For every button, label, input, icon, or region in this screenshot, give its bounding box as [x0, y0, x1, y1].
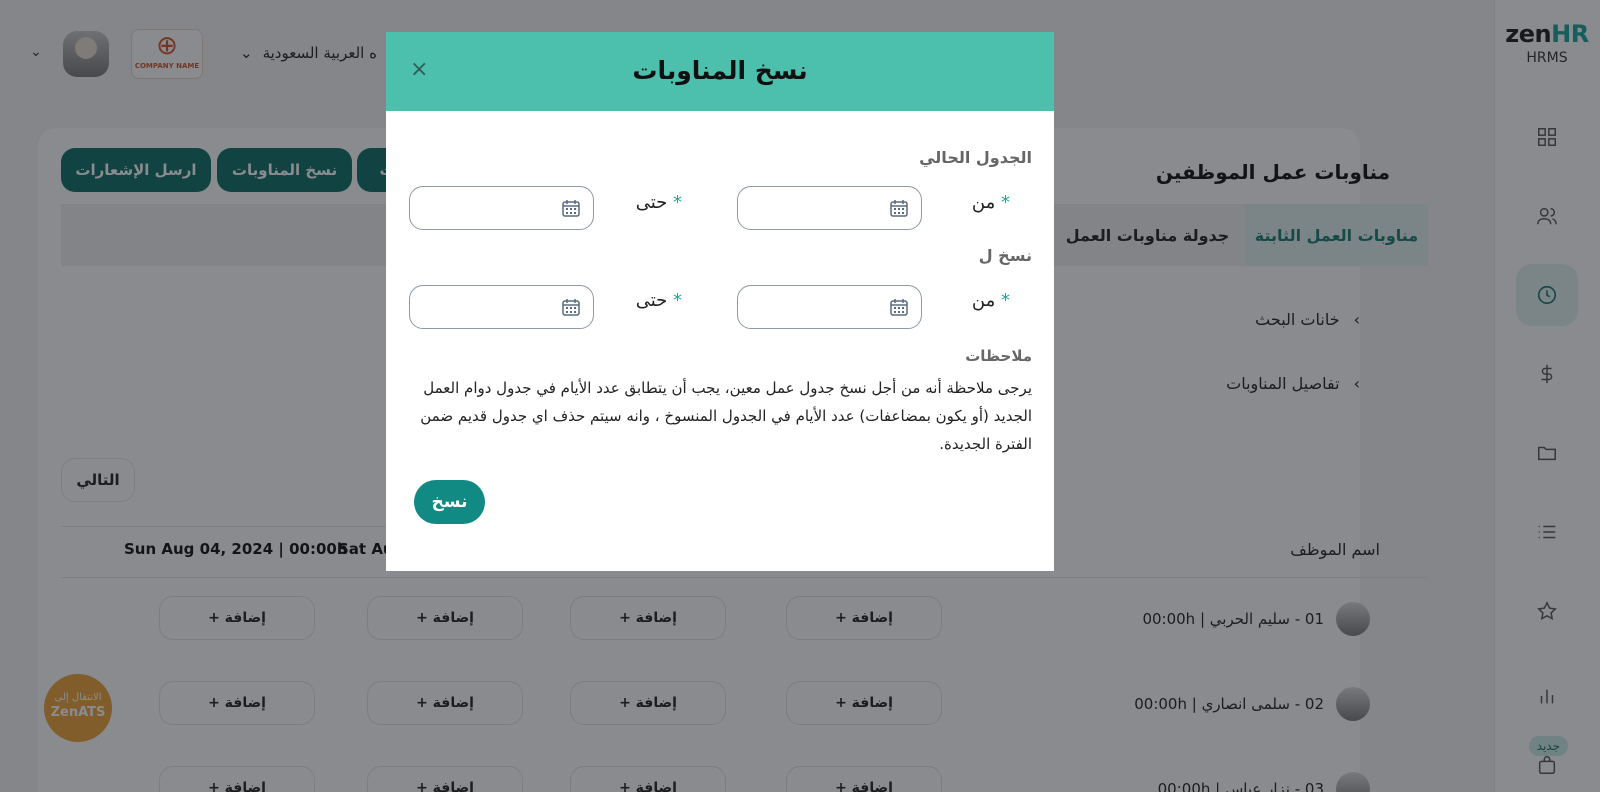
current-table-label: الجدول الحالي	[919, 148, 1032, 167]
calendar-icon	[562, 299, 580, 316]
close-icon[interactable]: ×	[410, 57, 428, 82]
current-to-label: حتى *	[635, 192, 682, 213]
notes-label: ملاحظات	[965, 347, 1032, 365]
modal-title: نسخ المناوبات	[632, 56, 808, 85]
copy-to-label: نسخ ل	[978, 246, 1032, 265]
copy-submit-button[interactable]: نسخ	[414, 480, 485, 524]
notes-text: يرجى ملاحظة أنه من أجل نسخ جدول عمل معين…	[420, 379, 1032, 453]
calendar-icon	[890, 299, 908, 316]
copy-from-date-input[interactable]	[737, 285, 922, 329]
copy-to-date-input[interactable]	[409, 285, 594, 329]
copy-shifts-modal: نسخ المناوبات × الجدول الحالي من * حتى *…	[386, 32, 1054, 571]
current-to-date-input[interactable]	[409, 186, 594, 230]
copy-from-label: من *	[971, 290, 1010, 311]
current-from-label: من *	[971, 192, 1010, 213]
copy-to-date-label: حتى *	[635, 290, 682, 311]
current-from-date-input[interactable]	[737, 186, 922, 230]
calendar-icon	[562, 200, 580, 217]
calendar-icon	[890, 200, 908, 217]
